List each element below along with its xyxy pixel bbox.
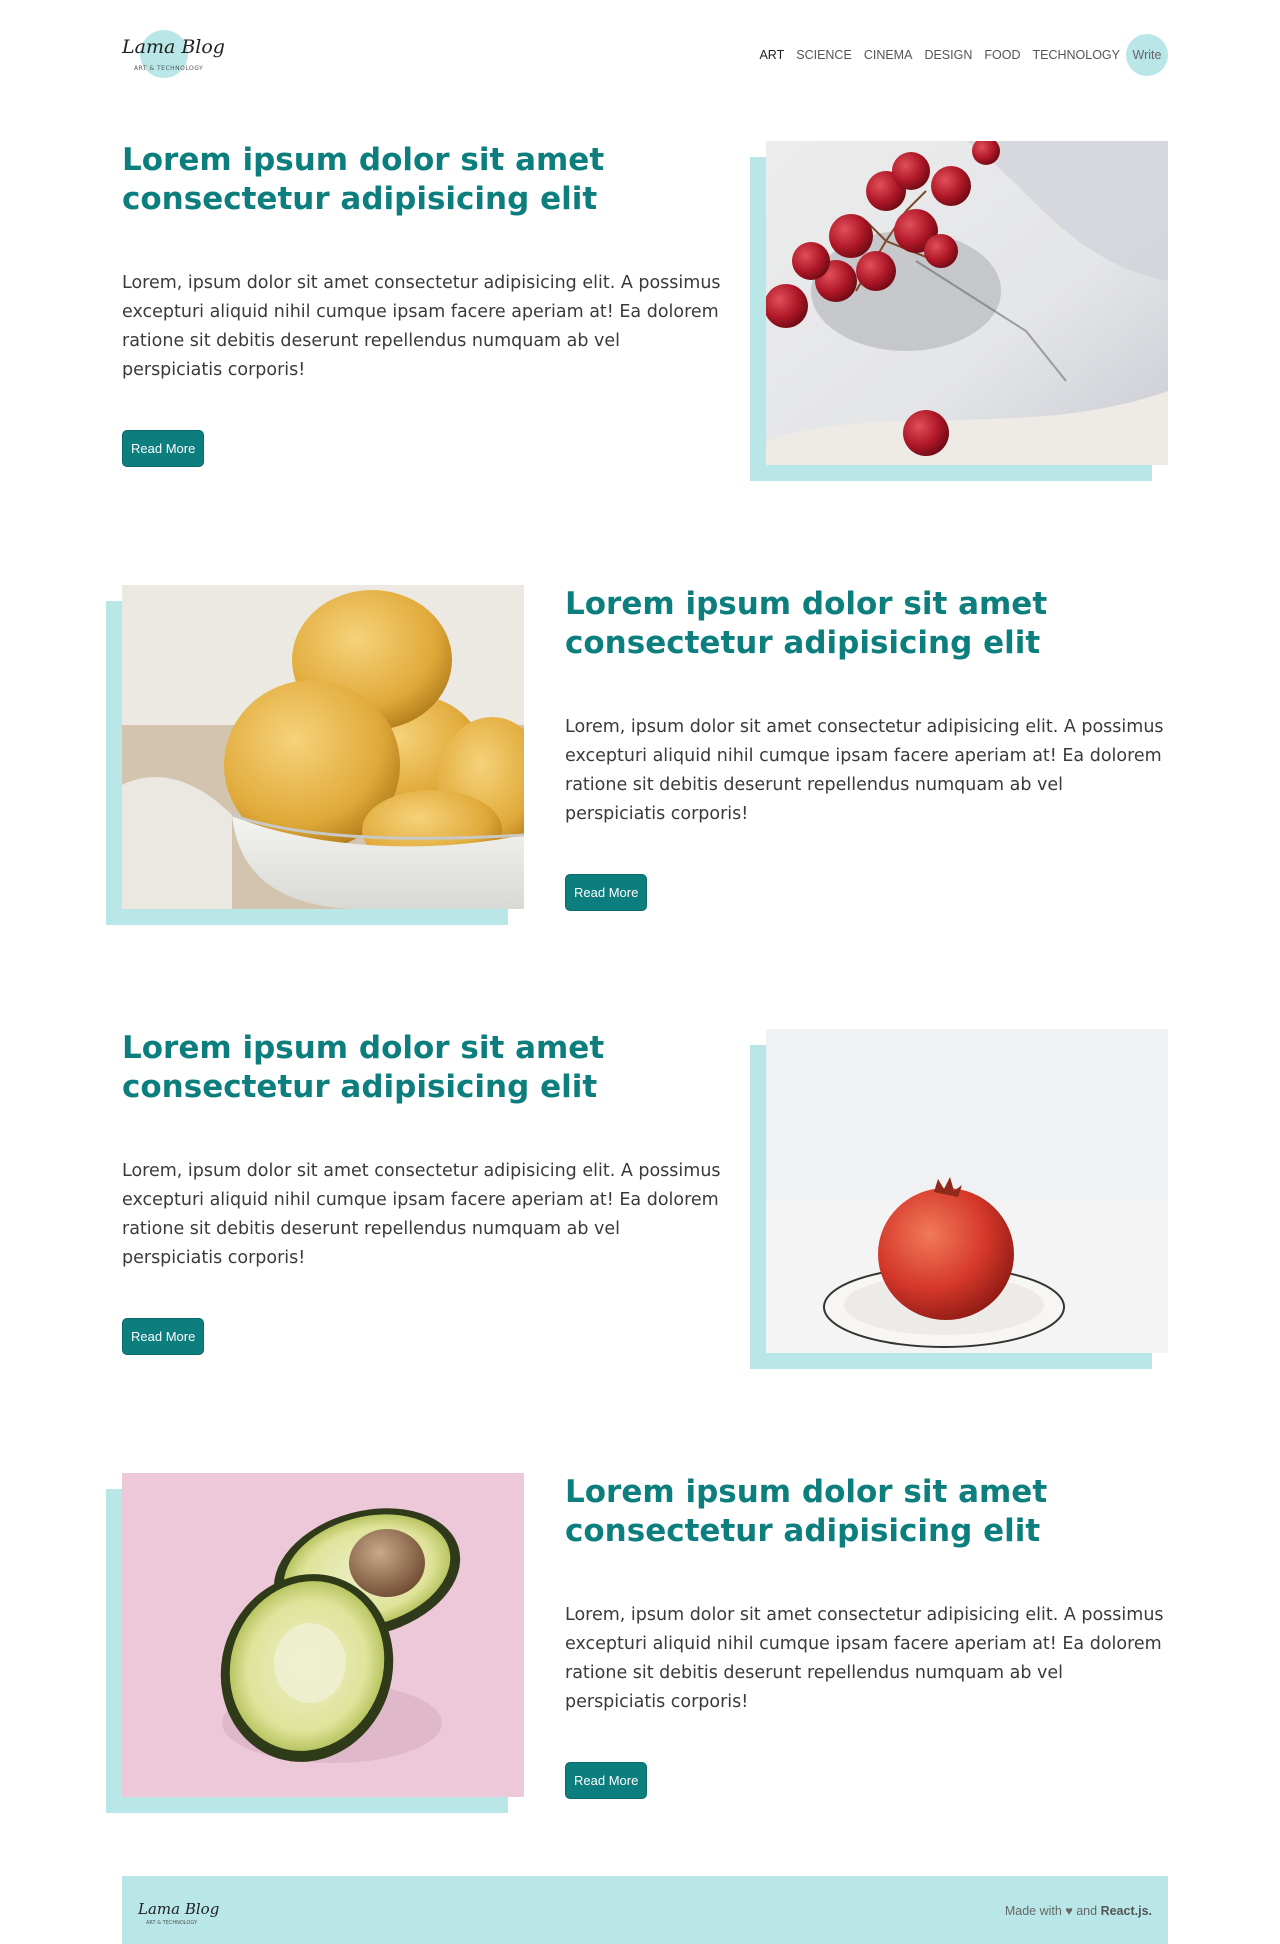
post-card: Lorem ipsum dolor sit amet consectetur a… — [106, 585, 1168, 925]
lemons-photo[interactable] — [122, 585, 524, 909]
logo-subtitle: ART & TECHNOLOGY — [134, 65, 204, 72]
read-more-button[interactable]: Read More — [565, 874, 648, 911]
post-card: Lorem ipsum dolor sit amet consectetur a… — [122, 1029, 1168, 1369]
read-more-button[interactable]: Read More — [122, 430, 205, 467]
footer-logo[interactable]: Lama Blog — [138, 1900, 219, 1918]
post-image-wrapper — [750, 141, 1168, 481]
footer-made-with: Made with — [1004, 1904, 1062, 1918]
post-card: Lorem ipsum dolor sit amet consectetur a… — [122, 141, 1168, 481]
nav-link-art[interactable]: ART — [759, 48, 784, 62]
footer-and: and — [1076, 1904, 1098, 1918]
post-title[interactable]: Lorem ipsum dolor sit amet consectetur a… — [565, 585, 1168, 663]
footer-credit: Made with ♥ and React.js. — [1005, 1904, 1152, 1918]
footer-tech: React.js. — [1100, 1904, 1152, 1918]
post-description: Lorem, ipsum dolor sit amet consectetur … — [565, 1605, 1164, 1712]
post-title[interactable]: Lorem ipsum dolor sit amet consectetur a… — [565, 1473, 1168, 1551]
nav-link-science[interactable]: SCIENCE — [796, 48, 852, 62]
post-description: Lorem, ipsum dolor sit amet consectetur … — [565, 717, 1164, 824]
post-text: Lorem ipsum dolor sit amet consectetur a… — [565, 1473, 1168, 1799]
nav-link-food[interactable]: FOOD — [984, 48, 1020, 62]
footer: Lama Blog ART & TECHNOLOGY Made with ♥ a… — [122, 1876, 1168, 1944]
avocado-photo[interactable] — [122, 1473, 524, 1797]
post-title[interactable]: Lorem ipsum dolor sit amet consectetur a… — [122, 1029, 722, 1107]
grapes-photo[interactable] — [766, 141, 1168, 465]
logo[interactable]: Lama Blog ART & TECHNOLOGY — [122, 22, 225, 84]
pomegranate-photo[interactable] — [766, 1029, 1168, 1353]
post-image-wrapper — [106, 1473, 524, 1813]
nav-link-cinema[interactable]: CINEMA — [864, 48, 913, 62]
post-text: Lorem ipsum dolor sit amet consectetur a… — [565, 585, 1168, 911]
read-more-button[interactable]: Read More — [565, 1762, 648, 1799]
write-button[interactable]: Write — [1126, 34, 1168, 76]
navbar: Lama Blog ART & TECHNOLOGY ART SCIENCE C… — [122, 22, 1168, 92]
nav-link-technology[interactable]: TECHNOLOGY — [1032, 48, 1120, 62]
logo-title: Lama Blog — [122, 36, 225, 58]
post-description: Lorem, ipsum dolor sit amet consectetur … — [122, 1161, 721, 1268]
read-more-button[interactable]: Read More — [122, 1318, 205, 1355]
post-image-wrapper — [106, 585, 524, 925]
heart-icon: ♥ — [1065, 1904, 1073, 1918]
post-text: Lorem ipsum dolor sit amet consectetur a… — [122, 1029, 722, 1355]
nav-link-design[interactable]: DESIGN — [924, 48, 972, 62]
post-image-wrapper — [750, 1029, 1168, 1369]
nav-links: ART SCIENCE CINEMA DESIGN FOOD TECHNOLOG… — [747, 34, 1168, 76]
post-title[interactable]: Lorem ipsum dolor sit amet consectetur a… — [122, 141, 722, 219]
post-text: Lorem ipsum dolor sit amet consectetur a… — [122, 141, 722, 467]
post-card: Lorem ipsum dolor sit amet consectetur a… — [106, 1473, 1168, 1813]
post-description: Lorem, ipsum dolor sit amet consectetur … — [122, 273, 721, 380]
footer-logo-subtitle: ART & TECHNOLOGY — [146, 1920, 198, 1926]
